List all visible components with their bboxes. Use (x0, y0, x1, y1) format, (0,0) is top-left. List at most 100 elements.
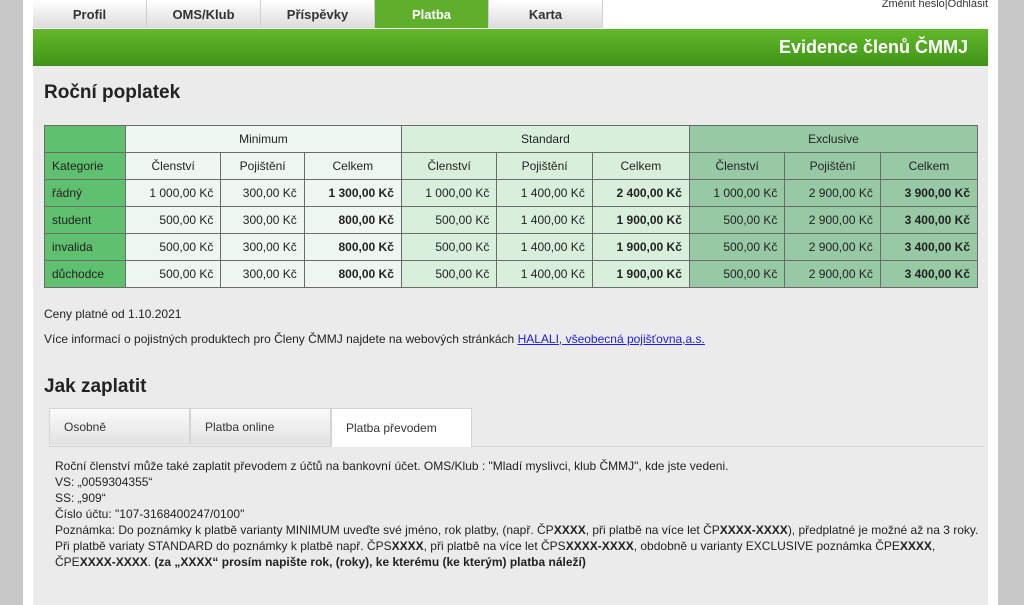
col-header: Pojištění (784, 152, 881, 180)
total-cell: 3 400,00 Kč (879, 206, 979, 234)
fee-cell: 500,00 Kč (400, 206, 498, 234)
insurance-info: Více informací o pojistných produktech p… (44, 332, 705, 346)
table-row: student 500,00 Kč 300,00 Kč 800,00 Kč 50… (44, 206, 979, 234)
category-cell: student (44, 206, 126, 234)
col-header: Členství (400, 152, 498, 180)
banner-title: Evidence členů ČMMJ (778, 37, 968, 57)
col-header: Celkem (879, 152, 979, 180)
total-cell: 3 400,00 Kč (879, 233, 979, 261)
fee-table: Minimum Standard Exclusive Kategorie Čle… (44, 125, 979, 288)
tab-oms-klub[interactable]: OMS/Klub (147, 0, 261, 28)
col-header: Členství (688, 152, 786, 180)
fee-cell: 1 400,00 Kč (496, 260, 593, 288)
category-cell: důchodce (44, 260, 126, 288)
transfer-instructions: Roční členství může také zaplatit převod… (55, 458, 978, 570)
tab-profil[interactable]: Profil (33, 0, 147, 28)
note-text: ČPE (55, 555, 80, 569)
note-code: XXXX (391, 539, 424, 553)
tab-prispevky[interactable]: Příspěvky (261, 0, 375, 28)
category-header: Kategorie (44, 152, 126, 180)
fee-cell: 1 000,00 Kč (124, 179, 222, 207)
tab-osobne[interactable]: Osobně (49, 408, 190, 445)
fee-cell: 1 400,00 Kč (496, 206, 593, 234)
main-content: Roční poplatek Minimum Standard Exclusiv… (33, 66, 988, 605)
fee-cell: 1 000,00 Kč (688, 179, 786, 207)
total-cell: 800,00 Kč (303, 233, 402, 261)
col-header: Pojištění (220, 152, 305, 180)
how-to-pay-heading: Jak zaplatit (44, 376, 147, 397)
banner: Evidence členů ČMMJ (33, 29, 988, 66)
fee-cell: 500,00 Kč (400, 260, 498, 288)
total-cell: 800,00 Kč (303, 206, 402, 234)
total-cell: 3 900,00 Kč (879, 179, 979, 207)
col-header: Celkem (591, 152, 690, 180)
note-text: , obdobně u varianty EXCLUSIVE poznámka … (633, 539, 900, 553)
note-code: XXXX-XXXX (79, 555, 148, 569)
fee-cell: 500,00 Kč (400, 233, 498, 261)
total-cell: 2 400,00 Kč (591, 179, 690, 207)
total-cell: 1 900,00 Kč (591, 206, 690, 234)
fee-cell: 300,00 Kč (220, 233, 305, 261)
valid-from-note: Ceny platné od 1.10.2021 (44, 307, 182, 321)
fee-cell: 2 900,00 Kč (784, 206, 881, 234)
total-cell: 1 300,00 Kč (303, 179, 402, 207)
note-year-hint: (za „XXXX“ prosím napište rok, (roky), k… (154, 555, 586, 569)
fee-cell: 1 400,00 Kč (496, 233, 593, 261)
annual-fee-heading: Roční poplatek (44, 82, 181, 103)
fee-table-group-row: Minimum Standard Exclusive (44, 125, 979, 153)
fee-cell: 500,00 Kč (688, 260, 786, 288)
group-standard: Standard (400, 125, 690, 153)
col-header: Pojištění (496, 152, 593, 180)
table-row: řádný 1 000,00 Kč 300,00 Kč 1 300,00 Kč … (44, 179, 979, 207)
page: Profil OMS/Klub Příspěvky Platba Karta Z… (23, 0, 998, 605)
payment-tabs: Osobně Platba online Platba převodem (49, 408, 984, 447)
fee-cell: 500,00 Kč (688, 233, 786, 261)
fee-table-header-row: Kategorie Členství Pojištění Celkem Člen… (44, 152, 979, 180)
top-links: Změnit heslo|Odhlásit (882, 0, 988, 10)
note-text: Poznámka: Do poznámky k platbě varianty … (55, 523, 554, 537)
note-code: XXXX-XXXX (565, 539, 634, 553)
logout-link[interactable]: Odhlásit (948, 0, 988, 10)
fee-cell: 2 900,00 Kč (784, 179, 881, 207)
table-row: důchodce 500,00 Kč 300,00 Kč 800,00 Kč 5… (44, 260, 979, 288)
total-cell: 1 900,00 Kč (591, 233, 690, 261)
fee-cell: 1 000,00 Kč (400, 179, 498, 207)
change-password-link[interactable]: Změnit heslo (882, 0, 945, 10)
total-cell: 3 400,00 Kč (879, 260, 979, 288)
group-corner-cell (44, 125, 126, 153)
note-text: ), předplatné je možné až na 3 roky. (787, 523, 979, 537)
table-row: invalida 500,00 Kč 300,00 Kč 800,00 Kč 5… (44, 233, 979, 261)
group-exclusive: Exclusive (688, 125, 979, 153)
total-cell: 800,00 Kč (303, 260, 402, 288)
insurance-info-text: Více informací o pojistných produktech p… (44, 332, 518, 346)
tab-platba-prevodem[interactable]: Platba převodem (331, 408, 472, 447)
category-cell: invalida (44, 233, 126, 261)
tab-platba[interactable]: Platba (375, 0, 489, 28)
fee-cell: 500,00 Kč (124, 206, 222, 234)
account-number: Číslo účtu: "107-3168400247/0100" (55, 507, 245, 521)
note-code: XXXX (899, 539, 932, 553)
note-minimum: Poznámka: Do poznámky k platbě varianty … (55, 522, 978, 538)
note-text: Při platbě variaty STANDARD do poznámky … (55, 539, 392, 553)
category-cell: řádný (44, 179, 126, 207)
note-standard: Při platbě variaty STANDARD do poznámky … (55, 538, 975, 554)
note-exclusive: ČPEXXXX-XXXX. (za „XXXX“ prosím napište … (55, 554, 975, 570)
transfer-intro: Roční členství může také zaplatit převod… (55, 459, 729, 473)
fee-cell: 300,00 Kč (220, 206, 305, 234)
fee-cell: 300,00 Kč (220, 179, 305, 207)
total-cell: 1 900,00 Kč (591, 260, 690, 288)
fee-cell: 2 900,00 Kč (784, 233, 881, 261)
note-text: , (931, 539, 936, 553)
col-header: Členství (124, 152, 222, 180)
tab-karta[interactable]: Karta (489, 0, 603, 28)
note-code: XXXX (553, 523, 586, 537)
fee-cell: 500,00 Kč (124, 233, 222, 261)
variable-symbol: VS: „0059304355“ (55, 475, 153, 489)
group-minimum: Minimum (124, 125, 402, 153)
halali-link[interactable]: HALALI, všeobecná pojišťovna,a.s. (518, 332, 705, 346)
tab-platba-online[interactable]: Platba online (190, 408, 331, 445)
fee-cell: 500,00 Kč (124, 260, 222, 288)
fee-cell: 2 900,00 Kč (784, 260, 881, 288)
fee-cell: 300,00 Kč (220, 260, 305, 288)
fee-cell: 500,00 Kč (688, 206, 786, 234)
